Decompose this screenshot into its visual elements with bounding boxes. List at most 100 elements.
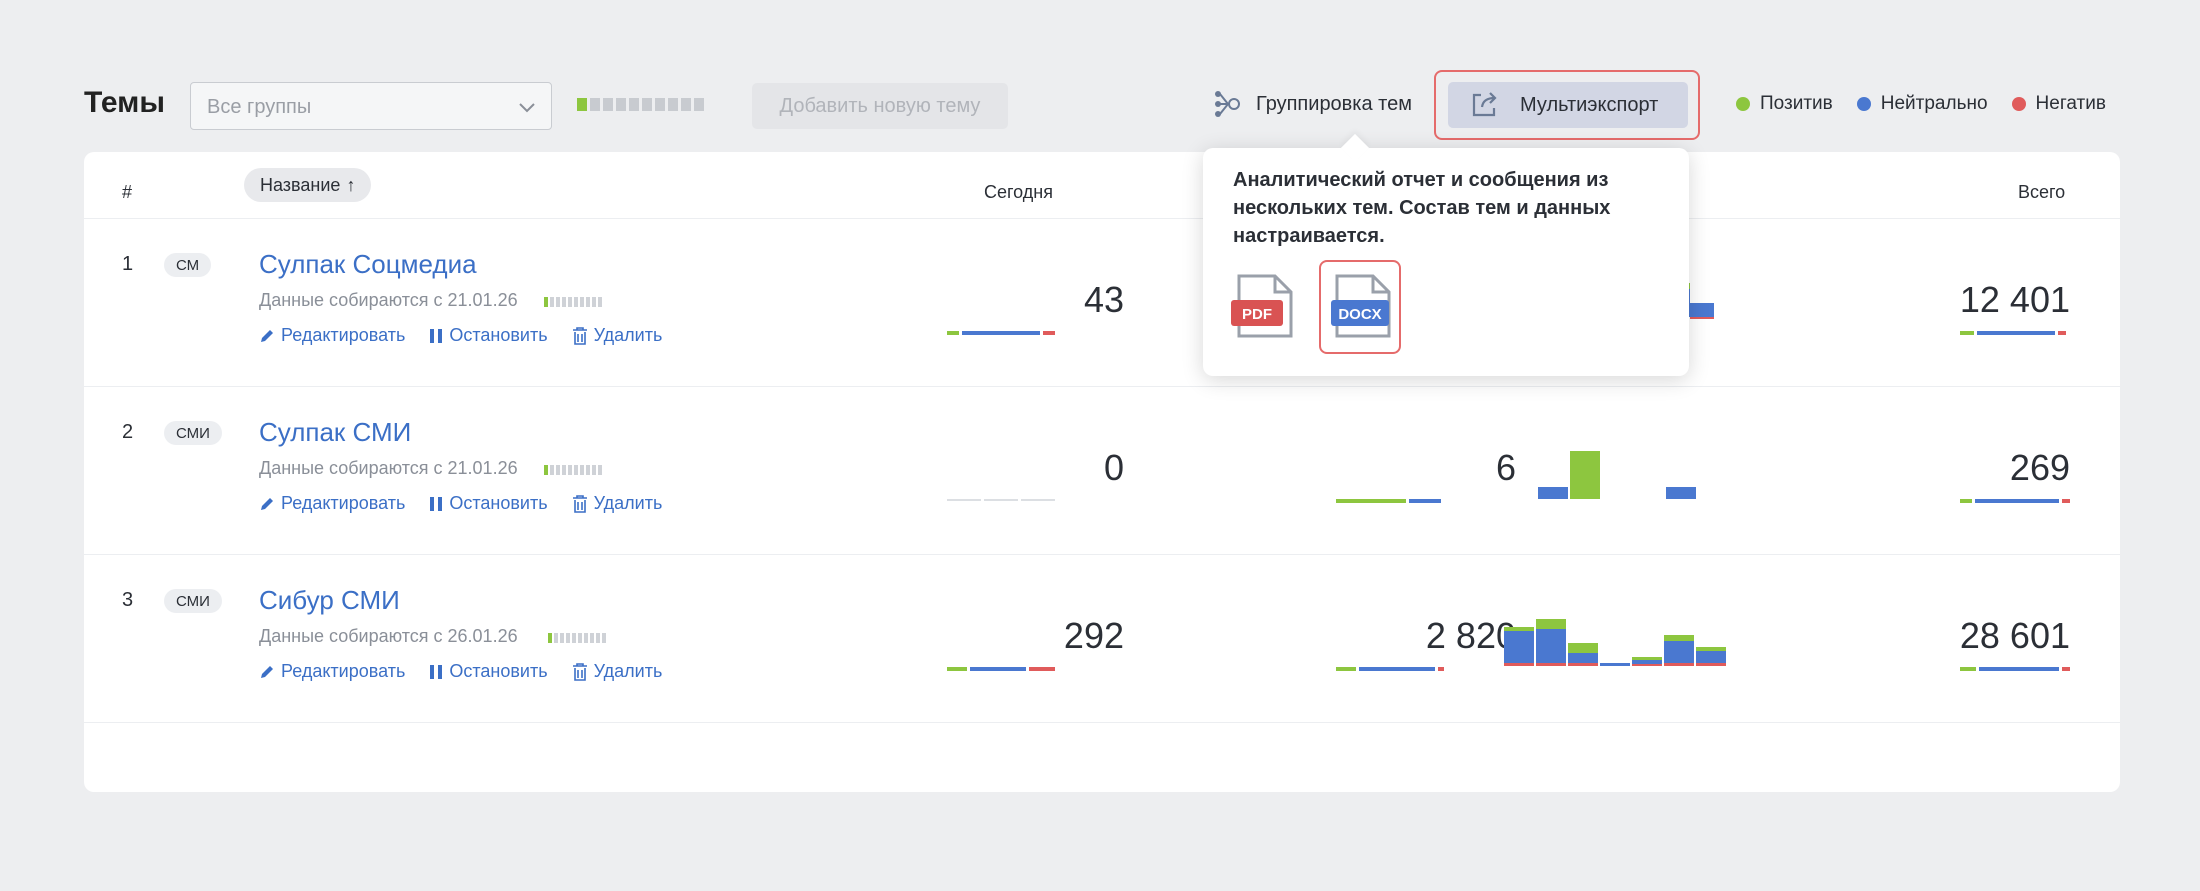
week-count: 6 bbox=[1495, 447, 1516, 488]
stop-label: Остановить bbox=[449, 325, 548, 345]
trash-icon bbox=[572, 326, 587, 345]
table-row: 3 СМИ Сибур СМИ Данные собираются с 26.0… bbox=[84, 554, 2120, 723]
row-actions: Редактировать Остановить Удалить bbox=[259, 493, 662, 514]
weekly-chart bbox=[1538, 451, 1696, 499]
docx-export-icon[interactable]: DOCX bbox=[1329, 272, 1395, 340]
multiexport-popover: Аналитический отчет и сообщения из неско… bbox=[1203, 133, 1689, 376]
stop-button[interactable]: Остановить bbox=[429, 661, 548, 682]
weekly-chart bbox=[1504, 619, 1726, 666]
multiexport-button[interactable]: Мультиэкспорт bbox=[1448, 82, 1688, 128]
column-header-today[interactable]: Сегодня bbox=[984, 182, 1053, 203]
edit-label: Редактировать bbox=[281, 493, 406, 513]
stop-label: Остановить bbox=[449, 661, 548, 681]
row-number: 3 bbox=[122, 589, 134, 611]
add-topic-button[interactable]: Добавить новую тему bbox=[752, 83, 1008, 129]
pencil-icon bbox=[261, 497, 273, 510]
today-sentiment-bar bbox=[947, 667, 1055, 671]
legend-label: Негатив bbox=[2035, 93, 2106, 114]
total-count: 12 401 bbox=[1959, 279, 2070, 320]
delete-label: Удалить bbox=[593, 325, 663, 345]
collection-start-date: Данные собираются с 21.01.26 bbox=[259, 290, 518, 310]
negative-dot bbox=[2011, 97, 2026, 111]
week-count: 2 820 bbox=[1425, 615, 1516, 656]
delete-label: Удалить bbox=[593, 493, 663, 513]
column-header-name[interactable]: Название ↑ bbox=[244, 168, 372, 202]
delete-button[interactable]: Удалить bbox=[572, 661, 663, 682]
edit-button[interactable]: Редактировать bbox=[259, 325, 405, 346]
topic-activity-indicator bbox=[548, 633, 606, 643]
topic-quota-indicator bbox=[577, 98, 704, 111]
stop-button[interactable]: Остановить bbox=[429, 325, 548, 346]
legend-label: Нейтрально bbox=[1880, 93, 1988, 114]
pdf-export-icon[interactable]: PDF bbox=[1231, 272, 1297, 340]
legend-positive: Позитив bbox=[1736, 93, 1833, 115]
row-actions: Редактировать Остановить Удалить bbox=[259, 661, 662, 682]
legend-negative: Негатив bbox=[2011, 93, 2106, 115]
pause-icon bbox=[430, 328, 443, 343]
column-header-number: # bbox=[122, 182, 133, 202]
table-row bbox=[84, 722, 2120, 891]
row-number: 2 bbox=[122, 421, 134, 443]
edit-button[interactable]: Редактировать bbox=[259, 661, 405, 682]
edit-label: Редактировать bbox=[281, 661, 406, 681]
column-name-label: Название bbox=[260, 174, 341, 195]
collection-start-date: Данные собираются с 21.01.26 bbox=[259, 458, 518, 478]
table-row: 2 СМИ Сулпак СМИ Данные собираются с 21.… bbox=[84, 386, 2120, 555]
stop-button[interactable]: Остановить bbox=[429, 493, 548, 514]
delete-button[interactable]: Удалить bbox=[572, 493, 663, 514]
grouping-label: Группировка тем bbox=[1256, 92, 1412, 115]
today-sentiment-bar bbox=[947, 331, 1055, 335]
grouping-icon bbox=[1215, 91, 1240, 117]
trash-icon bbox=[572, 494, 587, 513]
multiexport-label: Мультиэкспорт bbox=[1520, 93, 1659, 116]
topic-name-link[interactable]: Сулпак СМИ bbox=[259, 417, 411, 448]
total-count: 269 bbox=[2009, 447, 2070, 488]
today-count: 43 bbox=[1083, 279, 1124, 320]
sort-ascending-icon: ↑ bbox=[346, 174, 356, 195]
toolbar: Темы Все группы Добавить новую тему Груп… bbox=[0, 0, 2200, 150]
weekly-chart bbox=[1684, 283, 1714, 319]
column-header-total[interactable]: Всего bbox=[2018, 182, 2065, 203]
positive-dot bbox=[1736, 97, 1750, 111]
collection-start-date: Данные собираются с 26.01.26 bbox=[259, 626, 518, 646]
popover-description: Аналитический отчет и сообщения из неско… bbox=[1233, 169, 1611, 247]
total-sentiment-bar bbox=[1960, 667, 2070, 671]
legend-label: Позитив bbox=[1760, 93, 1833, 114]
pdf-label: PDF bbox=[1242, 306, 1272, 323]
group-select-value: Все группы bbox=[207, 96, 312, 118]
topic-name-link[interactable]: Сулпак Соцмедиа bbox=[259, 249, 477, 280]
trash-icon bbox=[572, 662, 587, 681]
topics-table: # Название ↑ Сегодня Всего 1 СМ Сулпак С… bbox=[84, 152, 2120, 792]
edit-label: Редактировать bbox=[281, 325, 406, 345]
chevron-down-icon bbox=[519, 103, 535, 113]
total-sentiment-bar bbox=[1960, 499, 2070, 503]
row-actions: Редактировать Остановить Удалить bbox=[259, 325, 662, 346]
stop-label: Остановить bbox=[449, 493, 548, 513]
group-select[interactable]: Все группы bbox=[190, 82, 552, 130]
topic-type-badge: СМ bbox=[164, 253, 212, 277]
pause-icon bbox=[430, 664, 443, 679]
topic-type-badge: СМИ bbox=[164, 589, 222, 613]
delete-label: Удалить bbox=[593, 661, 663, 681]
sentiment-legend: Позитив Нейтрально Негатив bbox=[1736, 93, 2106, 115]
today-sentiment-bar bbox=[947, 499, 1055, 503]
pause-icon bbox=[430, 496, 443, 511]
table-row: 1 СМ Сулпак Соцмедиа Данные собираются с… bbox=[84, 218, 2120, 387]
delete-button[interactable]: Удалить bbox=[572, 325, 663, 346]
total-count: 28 601 bbox=[1959, 615, 2070, 656]
week-sentiment-bar bbox=[1336, 499, 1441, 503]
topic-type-badge: СМИ bbox=[164, 421, 222, 445]
docx-label: DOCX bbox=[1338, 306, 1381, 323]
topic-name-link[interactable]: Сибур СМИ bbox=[259, 585, 400, 616]
legend-neutral: Нейтрально bbox=[1856, 93, 1988, 115]
topic-activity-indicator bbox=[544, 297, 602, 307]
export-icon bbox=[1472, 92, 1497, 117]
pencil-icon bbox=[261, 665, 273, 678]
row-number: 1 bbox=[122, 253, 134, 275]
page-title: Темы bbox=[84, 86, 165, 119]
topic-activity-indicator bbox=[544, 465, 602, 475]
edit-button[interactable]: Редактировать bbox=[259, 493, 405, 514]
grouping-button[interactable]: Группировка тем bbox=[1212, 90, 1412, 118]
neutral-dot bbox=[1856, 97, 1871, 111]
week-sentiment-bar bbox=[1336, 667, 1444, 671]
